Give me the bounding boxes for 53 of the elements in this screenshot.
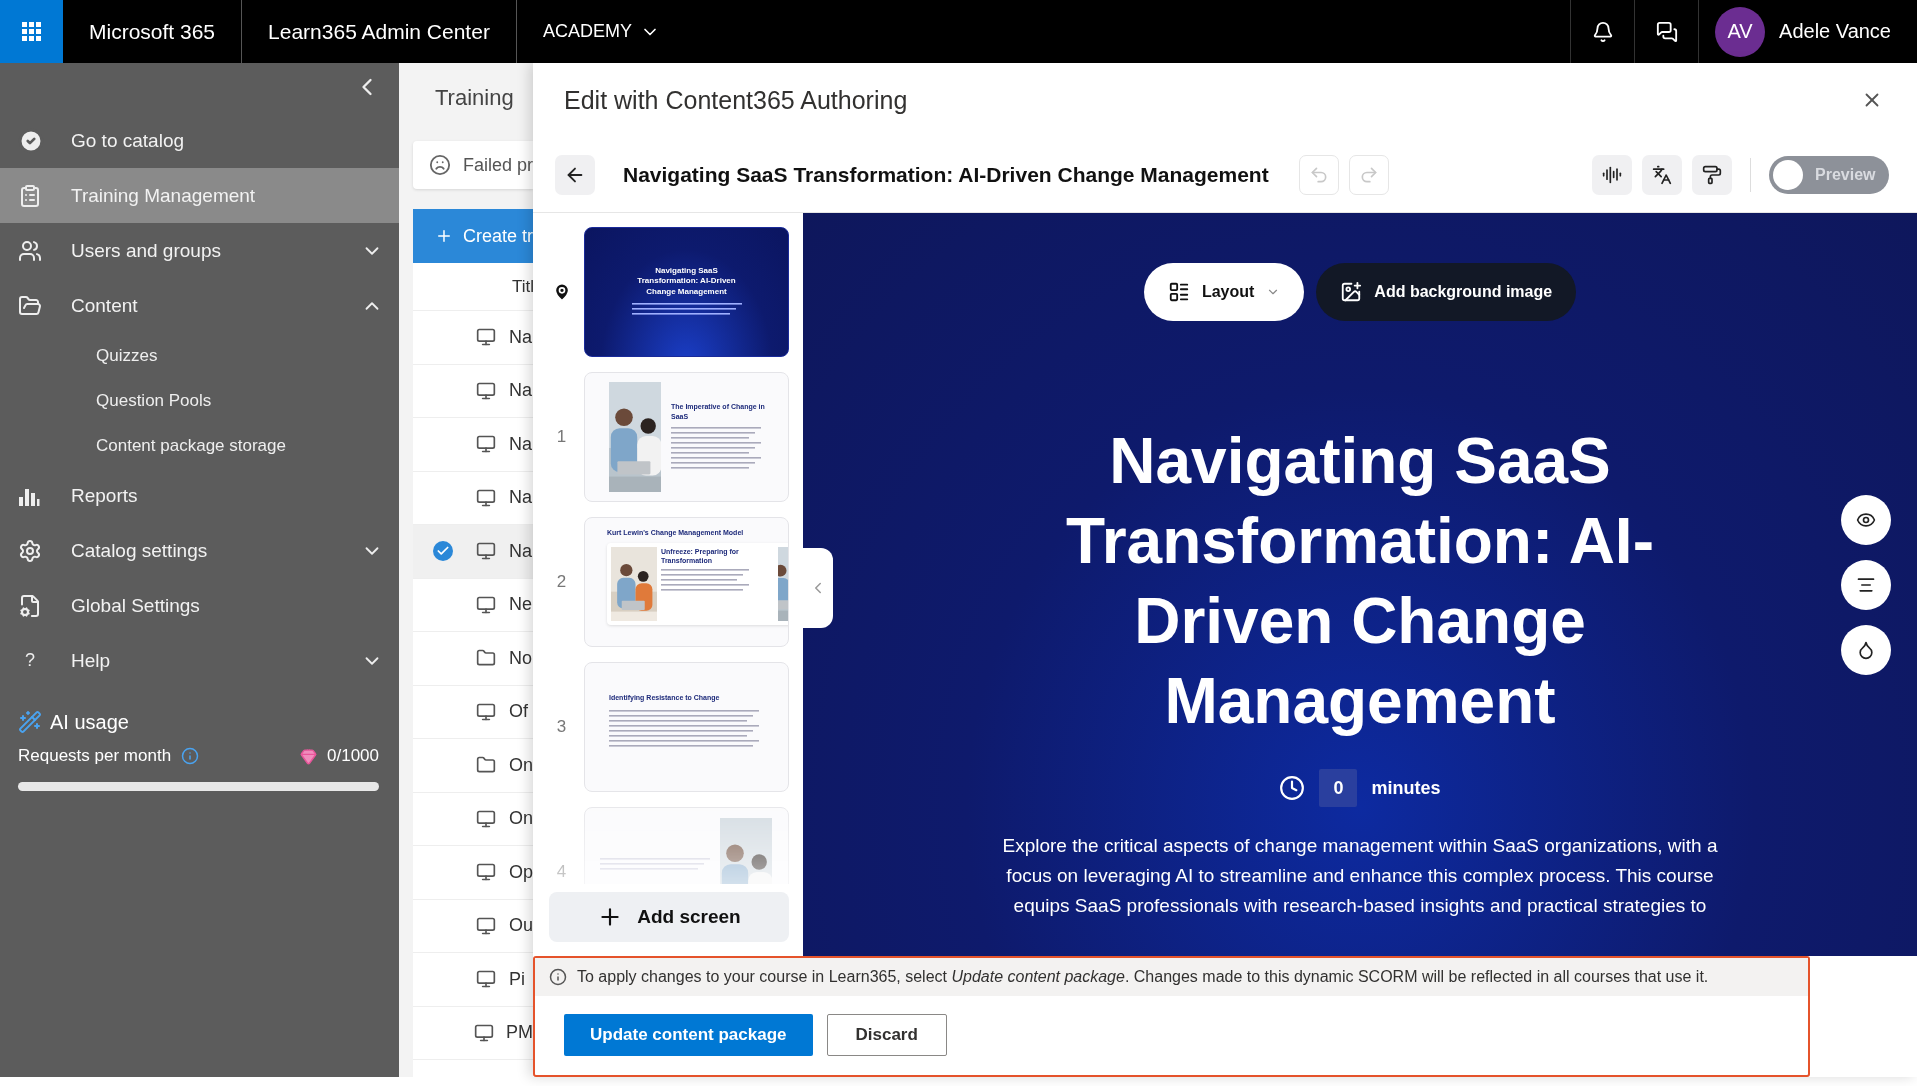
nav-item[interactable]: Content — [0, 278, 399, 333]
ai-usage-title: AI usage — [50, 710, 129, 734]
slide-number: 1 — [555, 427, 568, 447]
nav-subitem[interactable]: Question Pools — [0, 378, 399, 423]
notice-text: To apply changes to your course in Learn365, select Update content package. Changes made to this dynamic SCORM will be reflected in all courses that use it. — [577, 968, 1709, 986]
tenant-dropdown[interactable]: ACADEMY — [542, 21, 660, 42]
user-avatar: AV — [1715, 6, 1766, 57]
row-title: No — [508, 647, 532, 669]
panel-title: Edit with Content365 Authoring — [564, 85, 908, 115]
page-title: Training — [434, 84, 515, 112]
slide-thumbnail[interactable]: Navigating SaaS Transformation: AI-Driven Change Management — [584, 227, 789, 357]
discard-button[interactable]: Discard — [826, 1014, 947, 1056]
row-title: Pi — [508, 968, 525, 990]
row-title: Na — [508, 487, 532, 509]
nav-item[interactable]: Catalog settings — [0, 523, 399, 578]
nav-item[interactable]: Go to catalog — [0, 113, 399, 168]
create-button[interactable]: Create tr — [413, 209, 533, 263]
requests-label: Requests per month — [18, 746, 172, 766]
slide-number: 4 — [555, 862, 568, 882]
duration-unit: minutes — [1371, 777, 1441, 799]
slide-number: 3 — [555, 717, 568, 737]
nav-item[interactable]: Reports — [0, 468, 399, 523]
row-title: On — [508, 808, 533, 830]
nav-item[interactable]: ? Help — [0, 633, 399, 688]
row-title: Na — [508, 433, 532, 455]
nav-item[interactable]: Users and groups — [0, 223, 399, 278]
row-title: On — [508, 754, 533, 776]
filter-card[interactable]: Failed pr — [413, 141, 533, 189]
course-title: Navigating SaaS Transformation: AI-Driven Change Management — [623, 162, 1269, 187]
product-name: Microsoft 365 — [89, 19, 216, 44]
slide-description[interactable]: Explore the critical aspects of change management within SaaS organizations, with a focus on leveraging AI to streamline and enhance this complex process. This course equips SaaS professionals with research-based insights and practical strategies to — [980, 831, 1740, 921]
row-title: PM — [505, 1022, 533, 1044]
row-title: Op — [508, 861, 533, 883]
slide-heading[interactable]: Navigating SaaS Transformation: AI-Driven Change Management — [1040, 421, 1680, 741]
add-background-button[interactable]: Add background image — [1316, 263, 1577, 321]
add-screen-button[interactable]: Add screen — [549, 892, 789, 942]
row-title: Ne — [508, 594, 532, 616]
nav-subitem[interactable]: Quizzes — [0, 333, 399, 378]
duration-field[interactable]: 0 — [1319, 769, 1358, 807]
slide-number: 2 — [555, 572, 568, 592]
row-title: Of — [508, 701, 528, 723]
row-title: Na — [508, 380, 532, 402]
requests-count: 0/1000 — [327, 746, 379, 766]
row-title: Na — [508, 540, 532, 562]
update-package-button[interactable]: Update content package — [564, 1014, 813, 1056]
table-row[interactable]: Na — [413, 525, 533, 579]
layout-button[interactable]: Layout — [1143, 263, 1305, 321]
row-title: Ou — [508, 915, 533, 937]
row-title: Na — [508, 326, 532, 348]
nav-item[interactable]: Global Settings — [0, 578, 399, 633]
nav-subitem[interactable]: Content package storage — [0, 423, 399, 468]
admin-center-title: Learn365 Admin Center — [268, 19, 490, 44]
help-glyph: ? — [24, 650, 36, 671]
